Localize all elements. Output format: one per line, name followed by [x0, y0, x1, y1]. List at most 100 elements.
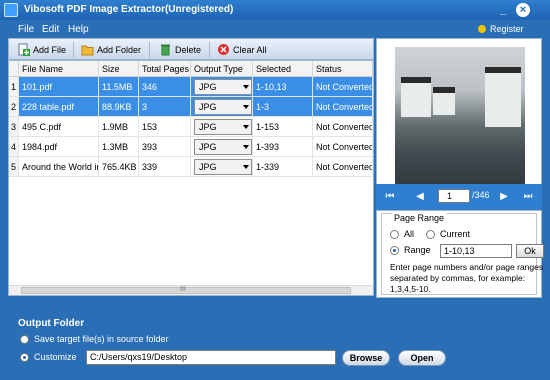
key-icon	[478, 25, 486, 33]
table-row[interactable]: 5 Around the World in 765.4KB 339 JPG 1-…	[9, 157, 373, 177]
browse-button[interactable]: Browse	[342, 350, 390, 366]
add-folder-label: Add Folder	[97, 45, 142, 55]
add-file-icon	[17, 43, 30, 56]
page-preview-image	[395, 47, 525, 191]
file-table: File Name Size Total Pages Output Type S…	[8, 60, 374, 296]
title-bar: Vibosoft PDF Image Extractor(Unregistere…	[0, 0, 550, 20]
table-row[interactable]: 2 228 table.pdf 88.9KB 3 JPG 1-3 Not Con…	[9, 97, 373, 117]
total-pages-cell: 153	[139, 117, 191, 137]
register-link[interactable]: Register	[478, 24, 524, 34]
size-cell: 88.9KB	[99, 97, 139, 117]
output-type-select[interactable]: JPG	[194, 79, 252, 95]
page-navigation-bar: ⏮ ◀ 1 /346 ▶ ⏭	[376, 184, 542, 210]
column-header-total-pages[interactable]: Total Pages	[139, 61, 191, 77]
toolbar: Add File Add Folder Delete Clear All	[8, 38, 374, 60]
chevron-down-icon	[243, 85, 249, 89]
chevron-down-icon	[243, 165, 249, 169]
minimize-button[interactable]: _	[496, 3, 510, 17]
window-title: Vibosoft PDF Image Extractor(Unregistere…	[24, 4, 234, 15]
output-type-select[interactable]: JPG	[194, 139, 252, 155]
menu-bar: File Edit Help	[0, 20, 550, 38]
status-cell: Not Converted	[313, 157, 373, 177]
column-header-file-name[interactable]: File Name	[19, 61, 99, 77]
page-range-hint: Enter page numbers and/or page ranges se…	[390, 262, 544, 294]
output-path-input[interactable]: C:/Users/qxs19/Desktop	[86, 350, 336, 365]
total-pages-cell: 393	[139, 137, 191, 157]
output-type-select[interactable]: JPG	[194, 159, 252, 175]
column-header-status[interactable]: Status	[313, 61, 373, 77]
selected-page-cell: 1-153	[253, 117, 313, 137]
menu-edit[interactable]: Edit	[42, 24, 59, 35]
output-folder-panel: Output Folder Save target file(s) in sou…	[8, 298, 542, 374]
clear-all-button[interactable]: Clear All	[217, 42, 267, 58]
clear-icon	[217, 43, 230, 56]
scroll-grip: III	[180, 286, 186, 293]
page-total: /346	[472, 190, 490, 200]
output-type-value: JPG	[199, 82, 217, 92]
next-page-icon[interactable]: ▶	[498, 191, 510, 203]
selected-page-cell: 1-393	[253, 137, 313, 157]
column-header-selected-page[interactable]: Selected Page	[253, 61, 313, 90]
toolbar-divider	[149, 42, 150, 58]
table-row[interactable]: 1 101.pdf 11.5MB 346 JPG 1-10,13 Not Con…	[9, 77, 373, 97]
column-header-size[interactable]: Size	[99, 61, 139, 77]
output-folder-title: Output Folder	[18, 318, 85, 329]
radio-range[interactable]	[390, 246, 399, 255]
radio-customize-label: Customize	[34, 352, 77, 362]
output-type-value: JPG	[199, 102, 217, 112]
radio-customize[interactable]	[20, 353, 29, 362]
output-type-cell: JPG	[191, 157, 253, 177]
table-row[interactable]: 3 495 C.pdf 1.9MB 153 JPG 1-153 Not Conv…	[9, 117, 373, 137]
chevron-down-icon	[243, 125, 249, 129]
radio-range-label: Range	[404, 245, 431, 255]
toolbar-divider	[73, 42, 74, 58]
horizontal-scrollbar[interactable]: III	[9, 285, 373, 295]
output-type-value: JPG	[199, 162, 217, 172]
radio-current[interactable]	[426, 230, 435, 239]
delete-label: Delete	[175, 45, 202, 55]
page-range-panel: Page Range All Current Range 1-10,13 Ok …	[376, 210, 544, 298]
radio-all[interactable]	[390, 230, 399, 239]
column-header-output-type[interactable]: Output Type	[191, 61, 253, 77]
output-type-value: JPG	[199, 142, 217, 152]
output-type-value: JPG	[199, 122, 217, 132]
row-number: 4	[9, 137, 19, 157]
first-page-icon[interactable]: ⏮	[384, 191, 396, 203]
table-corner	[9, 61, 19, 77]
file-name-cell: Around the World in	[19, 157, 99, 177]
last-page-icon[interactable]: ⏭	[522, 191, 534, 203]
table-row[interactable]: 4 1984.pdf 1.3MB 393 JPG 1-393 Not Conve…	[9, 137, 373, 157]
radio-all-label: All	[404, 229, 415, 239]
output-type-select[interactable]: JPG	[194, 99, 252, 115]
size-cell: 1.3MB	[99, 137, 139, 157]
preview-building	[433, 87, 455, 115]
open-button[interactable]: Open	[398, 350, 446, 366]
scrollbar-thumb[interactable]: III	[21, 286, 351, 294]
add-folder-button[interactable]: Add Folder	[81, 42, 141, 58]
status-cell: Not Converted	[313, 117, 373, 137]
file-name-cell: 101.pdf	[19, 77, 99, 97]
delete-button[interactable]: Delete	[159, 42, 201, 58]
page-number-input[interactable]: 1	[438, 189, 470, 203]
output-type-cell: JPG	[191, 137, 253, 157]
row-number: 5	[9, 157, 19, 177]
add-file-label: Add File	[33, 45, 67, 55]
size-cell: 1.9MB	[99, 117, 139, 137]
row-number: 2	[9, 97, 19, 117]
row-number: 1	[9, 77, 19, 97]
menu-file[interactable]: File	[18, 24, 34, 35]
status-cell: Not Converted	[313, 97, 373, 117]
range-input[interactable]: 1-10,13	[440, 244, 512, 258]
add-file-button[interactable]: Add File	[17, 42, 66, 58]
previous-page-icon[interactable]: ◀	[414, 191, 426, 203]
menu-help[interactable]: Help	[68, 24, 89, 35]
output-type-select[interactable]: JPG	[194, 119, 252, 135]
close-button[interactable]: ×	[516, 3, 530, 17]
file-name-cell: 1984.pdf	[19, 137, 99, 157]
radio-save-source[interactable]	[20, 335, 29, 344]
file-name-cell: 228 table.pdf	[19, 97, 99, 117]
size-cell: 765.4KB	[99, 157, 139, 177]
toolbar-divider	[209, 42, 210, 58]
preview-building	[401, 77, 431, 117]
ok-button[interactable]: Ok	[516, 244, 544, 258]
